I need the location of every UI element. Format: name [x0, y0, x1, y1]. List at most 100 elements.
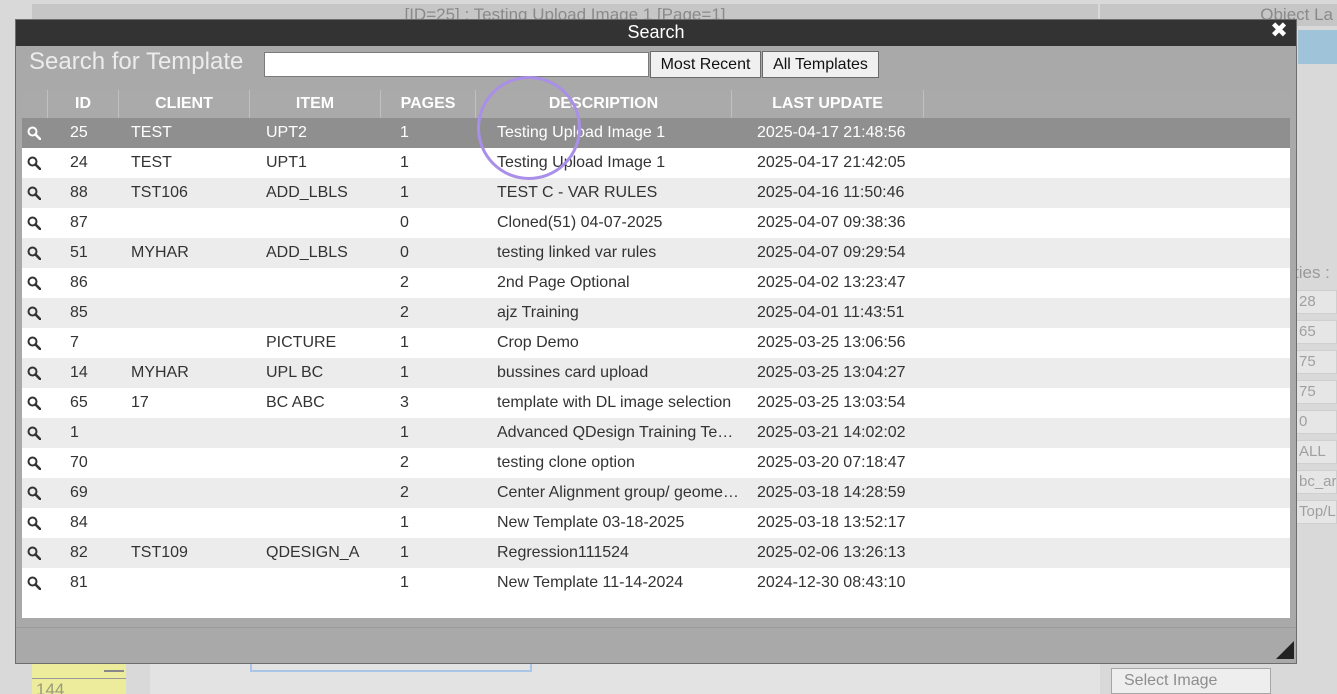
- cell-client: TEST: [131, 124, 172, 141]
- cell-last-update: 2025-03-18 14:28:59: [757, 484, 906, 501]
- table-row[interactable]: 1 1 Advanced QDesign Training Te… 2025-03-2…: [22, 418, 1290, 448]
- cell-last-update: 2025-04-02 13:23:47: [757, 274, 906, 291]
- table-row[interactable]: 14 MYHAR UPL BC 1 bussines card upload 2025-0…: [22, 358, 1290, 388]
- column-header-last-update[interactable]: LAST UPDATE: [732, 90, 924, 118]
- cell-last-update: 2025-03-25 13:03:54: [757, 394, 906, 411]
- column-header-action: [22, 90, 48, 118]
- most-recent-button[interactable]: Most Recent: [650, 51, 761, 78]
- cell-pages: 1: [400, 334, 409, 351]
- cell-description: bussines card upload: [497, 364, 649, 381]
- background-property-value: 0: [1296, 410, 1337, 434]
- cell-last-update: 2025-03-25 13:06:56: [757, 334, 906, 351]
- table-row[interactable]: 51 MYHAR ADD_LBLS 0 testing linked var rules…: [22, 238, 1290, 268]
- table-row[interactable]: 70 2 testing clone option 2025-03-20 07:18:…: [22, 448, 1290, 478]
- cell-item: ADD_LBLS: [266, 244, 348, 261]
- cell-description: Testing Upload Image 1: [497, 124, 666, 141]
- column-header-description[interactable]: DESCRIPTION: [476, 90, 732, 118]
- cell-id: 7: [70, 334, 79, 351]
- table-row[interactable]: 25 TEST UPT2 1 Testing Upload Image 1 2025-04…: [22, 118, 1290, 148]
- magnifier-icon[interactable]: [24, 328, 44, 358]
- cell-last-update: 2025-03-20 07:18:47: [757, 454, 906, 471]
- cell-client: TEST: [131, 154, 172, 171]
- cell-pages: 1: [400, 184, 409, 201]
- cell-id: 70: [70, 454, 88, 471]
- column-header-client[interactable]: CLIENT: [119, 90, 250, 118]
- cell-last-update: 2025-03-18 13:52:17: [757, 514, 906, 531]
- cell-client: [131, 268, 251, 298]
- magnifier-icon[interactable]: [24, 148, 44, 178]
- templates-grid: ID CLIENT ITEM PAGES DESCRIPTION LAST UP…: [22, 90, 1290, 618]
- cell-id: 69: [70, 484, 88, 501]
- all-templates-button[interactable]: All Templates: [762, 51, 879, 78]
- magnifier-icon[interactable]: [24, 388, 44, 418]
- search-input[interactable]: [264, 52, 649, 77]
- cell-pages: 1: [400, 424, 409, 441]
- grid-header: ID CLIENT ITEM PAGES DESCRIPTION LAST UP…: [22, 90, 1290, 118]
- background-property-value: bc_ar: [1296, 470, 1337, 494]
- background-right-panel-tab: [1298, 30, 1337, 64]
- magnifier-icon[interactable]: [24, 568, 44, 598]
- cell-client: [131, 298, 251, 328]
- cell-last-update: 2025-04-07 09:29:54: [757, 244, 906, 261]
- table-row[interactable]: 82 TST109 QDESIGN_A 1 Regression111524 2025-0…: [22, 538, 1290, 568]
- cell-id: 85: [70, 304, 88, 321]
- magnifier-icon[interactable]: [24, 538, 44, 568]
- cell-description: Testing Upload Image 1: [497, 154, 666, 171]
- cell-pages: 2: [400, 304, 409, 321]
- magnifier-icon[interactable]: [24, 118, 44, 148]
- magnifier-icon[interactable]: [24, 208, 44, 238]
- cell-client: TST106: [131, 184, 188, 201]
- cell-last-update: 2025-04-16 11:50:46: [757, 184, 905, 201]
- magnifier-icon[interactable]: [24, 358, 44, 388]
- table-row[interactable]: 87 0 Cloned(51) 04-07-2025 2025-04-07 09:38…: [22, 208, 1290, 238]
- cell-pages: 1: [400, 514, 409, 531]
- cell-description: testing clone option: [497, 454, 635, 471]
- background-property-value: 75: [1296, 380, 1337, 404]
- cell-pages: 0: [400, 214, 409, 231]
- magnifier-icon[interactable]: [24, 478, 44, 508]
- table-row[interactable]: 81 1 New Template 11-14-2024 2024-12-30 08:…: [22, 568, 1290, 598]
- cell-description: New Template 03-18-2025: [497, 514, 685, 531]
- column-header-pages[interactable]: PAGES: [381, 90, 476, 118]
- table-row[interactable]: 65 17 BC ABC 3 template with DL image select…: [22, 388, 1290, 418]
- cell-id: 51: [70, 244, 88, 261]
- cell-client: [131, 568, 251, 598]
- modal-titlebar[interactable]: Search ✖: [16, 20, 1296, 46]
- cell-item: [266, 508, 386, 538]
- cell-description: Crop Demo: [497, 334, 579, 351]
- table-row[interactable]: 7 PICTURE 1 Crop Demo 2025-03-25 13:06:56: [22, 328, 1290, 358]
- magnifier-icon[interactable]: [24, 178, 44, 208]
- magnifier-icon[interactable]: [24, 508, 44, 538]
- cell-item: UPT1: [266, 154, 307, 171]
- table-row[interactable]: 69 2 Center Alignment group/ geome… 2025-03…: [22, 478, 1290, 508]
- table-row[interactable]: 85 2 ajz Training 2025-04-01 11:43:51: [22, 298, 1290, 328]
- cell-item: [266, 268, 386, 298]
- column-header-id[interactable]: ID: [48, 90, 119, 118]
- cell-last-update: 2025-03-21 14:02:02: [757, 424, 906, 441]
- magnifier-icon[interactable]: [24, 298, 44, 328]
- table-row[interactable]: 88 TST106 ADD_LBLS 1 TEST C - VAR RULES 2025-…: [22, 178, 1290, 208]
- cell-pages: 2: [400, 274, 409, 291]
- cell-client: [131, 418, 251, 448]
- magnifier-icon[interactable]: [24, 448, 44, 478]
- cell-description: 2nd Page Optional: [497, 274, 630, 291]
- cell-description: testing linked var rules: [497, 244, 657, 261]
- magnifier-icon[interactable]: [24, 418, 44, 448]
- cell-client: [131, 448, 251, 478]
- table-row[interactable]: 84 1 New Template 03-18-2025 2025-03-18 13:…: [22, 508, 1290, 538]
- cell-item: [266, 208, 386, 238]
- cell-item: ADD_LBLS: [266, 184, 348, 201]
- cell-id: 88: [70, 184, 88, 201]
- cell-pages: 1: [400, 574, 409, 591]
- column-header-item[interactable]: ITEM: [250, 90, 381, 118]
- cell-description: TEST C - VAR RULES: [497, 184, 658, 201]
- cell-id: 25: [70, 124, 88, 141]
- close-icon[interactable]: ✖: [1268, 20, 1290, 44]
- resize-grip-icon[interactable]: [1276, 641, 1294, 659]
- magnifier-icon[interactable]: [24, 238, 44, 268]
- modal-title: Search: [627, 22, 685, 42]
- magnifier-icon[interactable]: [24, 268, 44, 298]
- table-row[interactable]: 86 2 2nd Page Optional 2025-04-02 13:23:47: [22, 268, 1290, 298]
- cell-last-update: 2025-03-25 13:04:27: [757, 364, 906, 381]
- table-row[interactable]: 24 TEST UPT1 1 Testing Upload Image 1 2025-04…: [22, 148, 1290, 178]
